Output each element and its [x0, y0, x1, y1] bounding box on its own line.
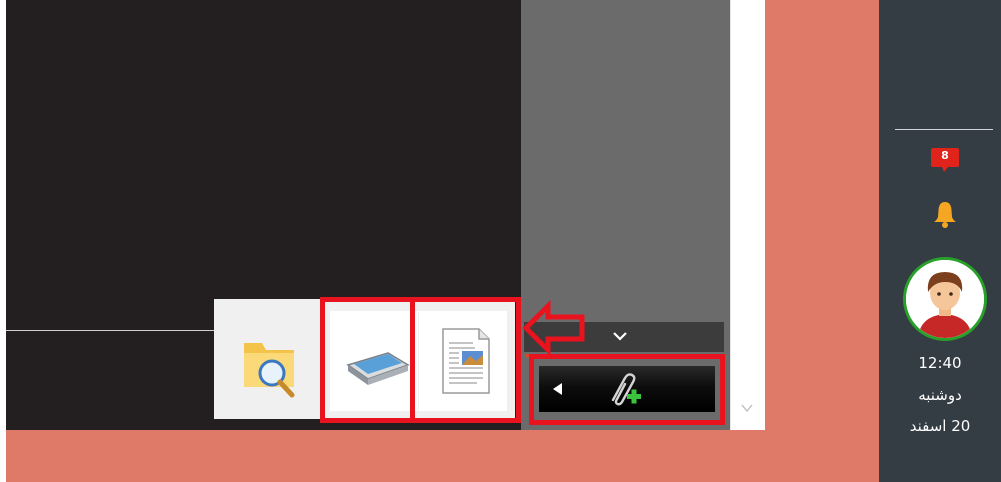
clock-weekday: دوشنبه	[918, 386, 962, 404]
bell-icon[interactable]	[930, 199, 960, 229]
clock-date: 20 اسفند	[909, 417, 971, 435]
clock-time: 12:40	[918, 354, 962, 372]
avatar-face-icon	[906, 260, 984, 338]
user-avatar[interactable]	[903, 257, 987, 341]
browse-folder-button[interactable]	[222, 311, 310, 411]
notification-count: 8	[941, 149, 949, 162]
arrow-left-icon	[522, 300, 585, 356]
vertical-scrollbar[interactable]	[730, 0, 765, 430]
chevron-down-icon	[613, 332, 627, 341]
highlight-toolbar-box	[529, 354, 725, 425]
folder-search-icon	[244, 343, 295, 398]
notification-badge[interactable]: 8	[930, 146, 960, 174]
divider-line	[6, 330, 216, 331]
right-sidebar: 8 12:40 دوشنبه 20 اسفند	[879, 0, 1001, 482]
sidebar-divider	[895, 129, 993, 130]
scroll-down-icon[interactable]	[737, 398, 757, 418]
highlight-box-divider	[410, 302, 415, 418]
highlight-buttons-box	[320, 297, 521, 423]
